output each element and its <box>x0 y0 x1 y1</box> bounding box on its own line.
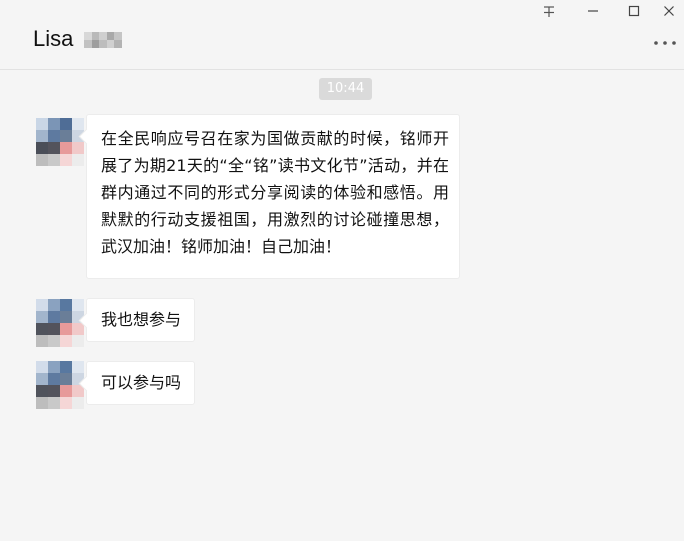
sender-avatar[interactable] <box>36 299 84 347</box>
message-bubble[interactable]: 可以参与吗 <box>86 361 196 405</box>
more-icon <box>654 41 676 45</box>
title-bar: Lisa <box>0 0 684 70</box>
minimize-button[interactable] <box>576 0 610 22</box>
message-list[interactable]: 10:44 在全民响应号召在家为国做贡献的时候，铭师开展了为期21天的“全“铭”… <box>0 70 684 541</box>
close-icon <box>664 6 674 16</box>
maximize-button[interactable] <box>617 0 651 22</box>
minimize-icon <box>588 10 598 12</box>
message-bubble[interactable]: 在全民响应号召在家为国做贡献的时候，铭师开展了为期21天的“全“铭”读书文化节”… <box>86 114 460 279</box>
sender-avatar[interactable] <box>36 361 84 409</box>
pin-button[interactable] <box>532 0 566 22</box>
message-timestamp: 10:44 <box>319 78 372 100</box>
close-button[interactable] <box>652 0 684 22</box>
chat-title: Lisa <box>33 26 74 51</box>
message-bubble[interactable]: 我也想参与 <box>86 298 196 342</box>
redacted-name-mosaic <box>84 32 122 48</box>
maximize-icon <box>628 5 640 17</box>
more-options-button[interactable] <box>650 34 680 52</box>
sender-avatar[interactable] <box>36 118 84 166</box>
pin-icon <box>544 6 554 17</box>
